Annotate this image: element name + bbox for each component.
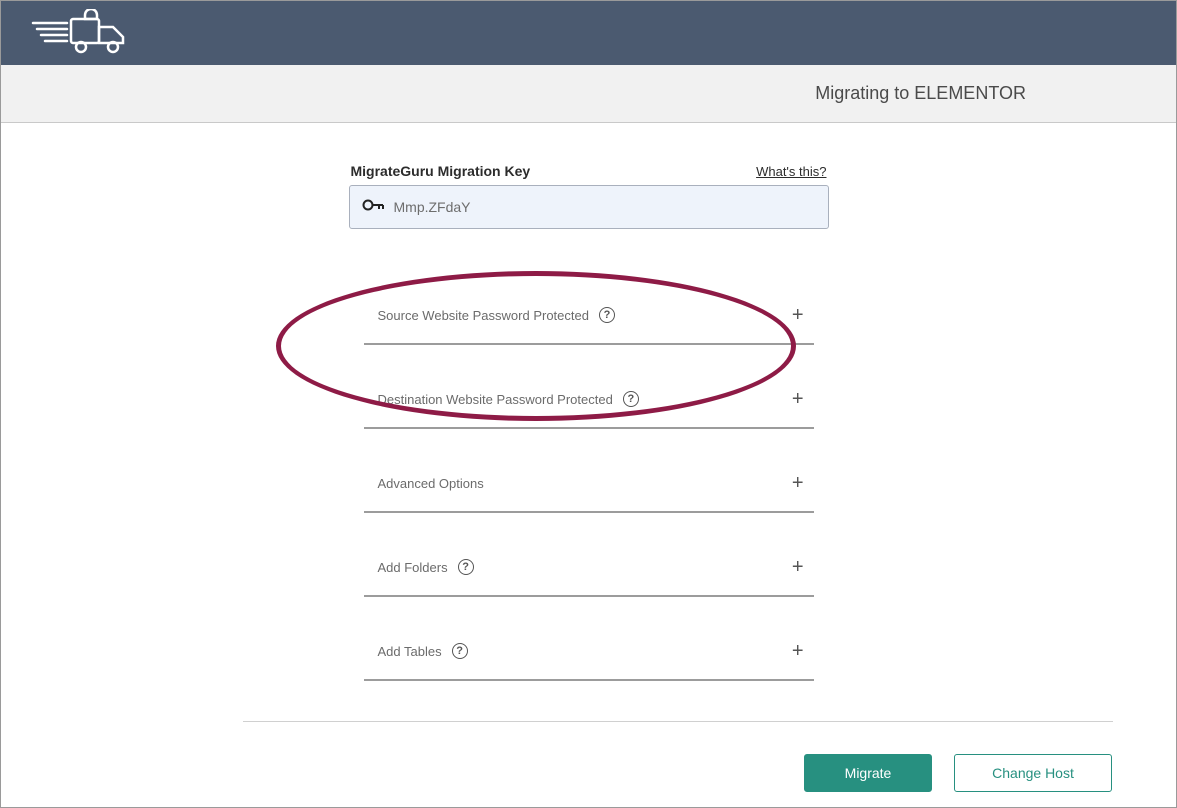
migration-key-section: MigrateGuru Migration Key What's this? [349,163,829,229]
accordion-source-password[interactable]: Source Website Password Protected ? + [364,285,814,345]
accordion-add-tables[interactable]: Add Tables ? + [364,621,814,681]
accordion-label: Add Folders [378,560,448,575]
help-icon[interactable]: ? [599,307,615,323]
migration-key-input[interactable] [394,199,816,215]
change-host-button[interactable]: Change Host [954,754,1112,792]
sub-header: Migrating to ELEMENTOR [1,65,1176,123]
migration-key-input-wrap[interactable] [349,185,829,229]
migration-key-label: MigrateGuru Migration Key [351,163,531,179]
key-icon [362,198,384,217]
page-title: Migrating to ELEMENTOR [815,83,1026,104]
accordion-advanced-options[interactable]: Advanced Options + [364,453,814,513]
help-icon[interactable]: ? [623,391,639,407]
top-header [1,1,1176,65]
horizontal-divider [243,721,1113,722]
plus-icon: + [792,473,810,493]
migrate-button[interactable]: Migrate [804,754,932,792]
help-icon[interactable]: ? [452,643,468,659]
accordion-label: Destination Website Password Protected [378,392,613,407]
whats-this-link[interactable]: What's this? [756,164,826,179]
logo-truck-icon [25,9,135,57]
plus-icon: + [792,305,810,325]
options-list: Source Website Password Protected ? + De… [364,285,814,681]
footer-actions: Migrate Change Host [804,754,1112,792]
accordion-destination-password[interactable]: Destination Website Password Protected ?… [364,369,814,429]
help-icon[interactable]: ? [458,559,474,575]
accordion-label: Advanced Options [378,476,484,491]
plus-icon: + [792,641,810,661]
accordion-label: Source Website Password Protected [378,308,589,323]
accordion-add-folders[interactable]: Add Folders ? + [364,537,814,597]
plus-icon: + [792,389,810,409]
plus-icon: + [792,557,810,577]
accordion-label: Add Tables [378,644,442,659]
